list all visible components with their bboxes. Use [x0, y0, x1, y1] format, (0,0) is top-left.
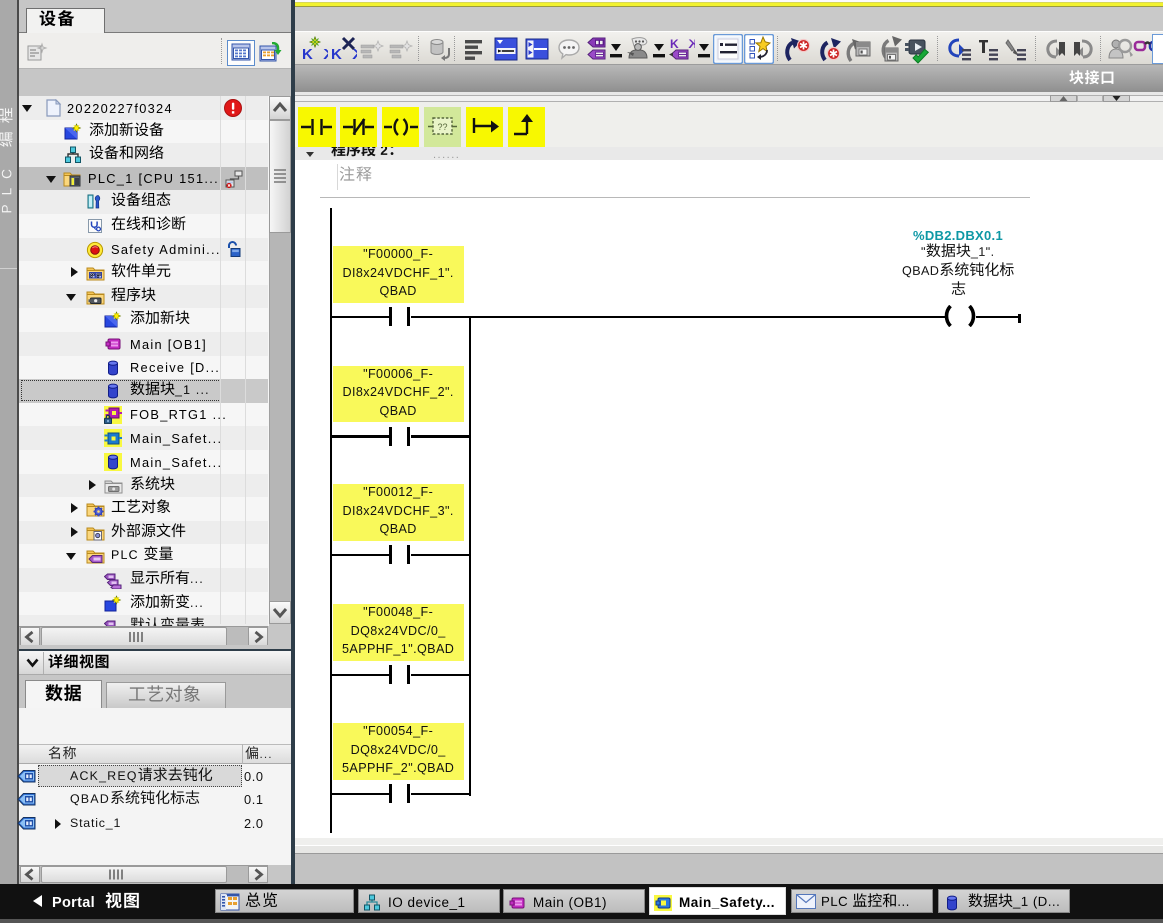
svg-text:??: ?? — [437, 122, 447, 132]
svg-text:K: K — [670, 37, 679, 51]
svg-text:K: K — [302, 46, 313, 62]
svg-text:K: K — [323, 46, 328, 62]
svg-text:K: K — [688, 37, 695, 51]
svg-text:K: K — [331, 46, 342, 62]
